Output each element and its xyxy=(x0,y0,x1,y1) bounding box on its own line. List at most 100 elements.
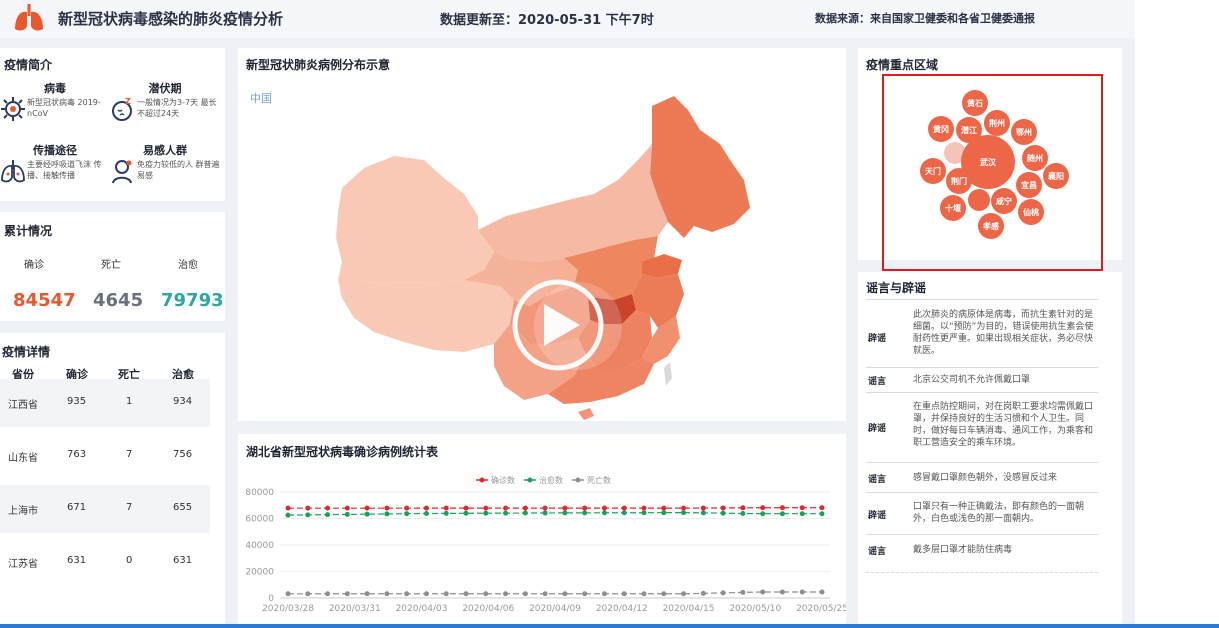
y-tick-label: 80000 xyxy=(245,488,274,498)
legend-label: 治愈数 xyxy=(539,475,563,485)
intro-transmission: 传播途径 主要经呼吸道飞沫 传播、接触传播 xyxy=(0,142,110,183)
rumor-tag: 谣言 xyxy=(868,547,887,557)
rumor-tag: 谣言 xyxy=(868,475,887,485)
series-point xyxy=(779,511,785,517)
virus-icon xyxy=(1,97,25,121)
table-row[interactable]: 山东省 763 7 756 xyxy=(0,432,210,480)
x-tick-label: 2020/04/12 xyxy=(596,604,648,614)
series-point xyxy=(700,510,706,516)
sleep-face-icon: Z xyxy=(112,97,132,121)
series-point xyxy=(819,511,825,517)
series-point xyxy=(601,591,607,597)
rumor-text: 感冒戴口罩颜色朝外，没感冒反过来 xyxy=(913,473,1058,483)
cell-cured: 934 xyxy=(173,396,193,407)
cell-death: 7 xyxy=(126,449,133,460)
intro-text: 一般情况为3-7天 最长不超过24天 xyxy=(137,98,217,118)
series-point xyxy=(404,511,410,517)
series-point xyxy=(740,505,746,511)
legend-label: 确诊数 xyxy=(491,475,515,485)
cell-province: 上海市 xyxy=(8,506,38,517)
totals-title: 累计情况 xyxy=(4,224,53,238)
table-row[interactable]: 江西省 935 1 934 xyxy=(0,379,210,427)
detail-panel: 疫情详情 省份 确诊 死亡 治愈 江西省 935 1 934 山东省 763 7… xyxy=(0,333,225,628)
series-point xyxy=(740,511,746,517)
rumor-item[interactable]: 辟谣 口罩只有一种正确戴法，即有颜色的一面朝外，白色或浅色的那一面朝内。 xyxy=(866,492,1098,532)
series-point xyxy=(601,505,607,511)
cell-cured: 631 xyxy=(173,555,193,566)
series-point xyxy=(305,505,311,511)
table-row[interactable]: 江苏省 631 0 631 xyxy=(0,538,210,586)
rumor-item[interactable]: 谣言 戴多层口罩才能防住病毒 xyxy=(866,534,1098,564)
series-point xyxy=(305,591,311,597)
series-point xyxy=(384,591,390,597)
legend-marker xyxy=(575,477,581,483)
rumor-divider xyxy=(866,572,1098,573)
intro-heading: 病毒 xyxy=(44,82,66,95)
series-point xyxy=(661,505,667,511)
series-point xyxy=(779,589,785,595)
series-point xyxy=(463,510,469,516)
cell-confirmed: 763 xyxy=(67,449,87,460)
series-point xyxy=(344,511,350,517)
series-point xyxy=(582,510,588,516)
series-point xyxy=(325,591,331,597)
line-chart[interactable]: 80000 60000 40000 20000 02020/03/28 2020/03/3… xyxy=(238,434,846,628)
series-point xyxy=(621,510,627,516)
totals-panel: 累计情况 确诊 死亡 治愈 84547 4645 79793 xyxy=(0,212,225,321)
y-tick-label: 40000 xyxy=(245,541,274,551)
x-tick-label: 2020/03/28 xyxy=(262,604,314,614)
legend-marker xyxy=(527,477,533,483)
confirmed-value: 84547 xyxy=(13,290,76,311)
series-point xyxy=(503,510,509,516)
series-point xyxy=(463,591,469,597)
rumor-tag: 辟谣 xyxy=(868,334,887,344)
intro-heading: 易感人群 xyxy=(143,144,187,157)
series-point xyxy=(760,511,766,517)
series-point xyxy=(562,510,568,516)
rumor-tag: 谣言 xyxy=(868,377,887,387)
x-tick-label: 2020/04/15 xyxy=(663,604,715,614)
series-point xyxy=(641,505,647,511)
series-point xyxy=(582,591,588,597)
detail-title: 疫情详情 xyxy=(2,345,51,359)
x-tick-label: 2020/04/03 xyxy=(396,604,448,614)
cell-cured: 655 xyxy=(173,502,193,513)
series-point xyxy=(285,512,291,518)
rumor-tag: 辟谣 xyxy=(868,424,887,434)
cell-confirmed: 671 xyxy=(67,502,87,513)
series-point xyxy=(344,591,350,597)
series-point xyxy=(364,505,370,511)
cell-province: 江苏省 xyxy=(8,559,38,570)
series-point xyxy=(700,590,706,596)
series-point xyxy=(760,505,766,511)
series-point xyxy=(404,505,410,511)
series-point xyxy=(423,510,429,516)
table-row[interactable]: 上海市 671 7 655 xyxy=(0,485,210,533)
series-point xyxy=(681,510,687,516)
series-point xyxy=(423,505,429,511)
y-tick-label: 0 xyxy=(268,594,274,604)
china-map[interactable] xyxy=(238,48,846,421)
series-point xyxy=(384,511,390,517)
x-tick-label: 2020/05/25 xyxy=(796,604,846,614)
series-point xyxy=(760,589,766,595)
cured-value: 79793 xyxy=(161,290,224,311)
series-point xyxy=(720,590,726,596)
series-point xyxy=(285,505,291,511)
rumor-text: 口罩只有一种正确戴法，即有颜色的一面朝外，白色或浅色的那一面朝内。 xyxy=(913,502,1085,524)
series-point xyxy=(601,510,607,516)
cell-cured: 756 xyxy=(173,449,193,460)
series-point xyxy=(325,512,331,518)
rumor-item[interactable]: 谣言 感冒戴口罩颜色朝外，没感冒反过来 xyxy=(866,462,1098,492)
intro-incubation: 潜伏期 Z 一般情况为3-7天 最长不超过24天 xyxy=(110,80,220,121)
rumor-item[interactable]: 辟谣 在重点防控期间，对在岗职工要求均需佩戴口罩，并保持良好的生活习惯和个人卫生… xyxy=(866,392,1098,462)
intro-susceptible: 易感人群 免疫力较低的人 群普遍易感 xyxy=(110,142,220,184)
cell-confirmed: 631 xyxy=(67,555,87,566)
series-point xyxy=(641,510,647,516)
confirmed-label: 确诊 xyxy=(24,260,44,271)
rumor-item[interactable]: 谣言 北京公交司机不允许佩戴口罩 xyxy=(866,367,1098,391)
intro-title: 疫情简介 xyxy=(4,58,53,72)
series-point xyxy=(285,591,291,597)
intro-panel: 疫情简介 病毒 新型冠状病毒 2019-nCoV 潜伏期 Z 一般情况为3-7天… xyxy=(0,48,225,201)
y-tick-label: 60000 xyxy=(245,515,274,525)
